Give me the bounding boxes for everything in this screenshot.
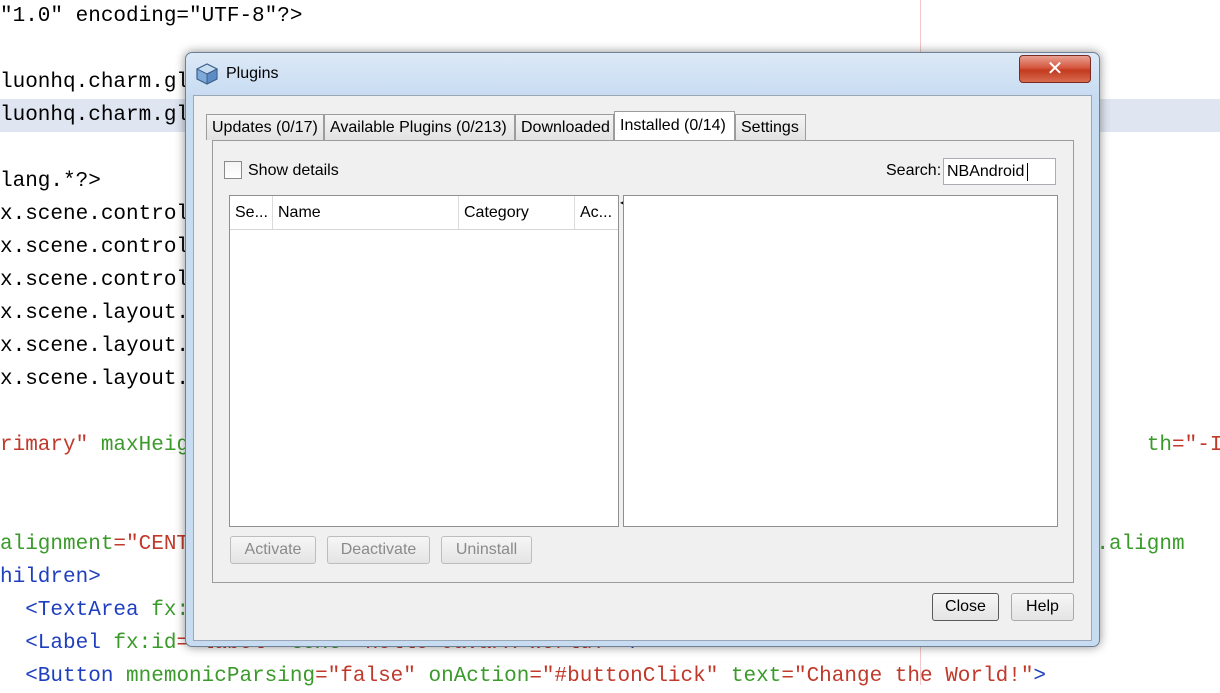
tab-available-plugins[interactable]: Available Plugins (0/213) bbox=[324, 114, 515, 140]
uninstall-button[interactable]: Uninstall bbox=[441, 536, 532, 564]
window-close-button[interactable]: ✕ bbox=[1019, 55, 1091, 83]
help-button[interactable]: Help bbox=[1011, 593, 1074, 621]
code-token: "1.0" encoding="UTF-8"?> bbox=[0, 5, 303, 28]
search-label: Search: bbox=[886, 162, 942, 179]
tab-settings[interactable]: Settings bbox=[735, 114, 806, 140]
show-details-checkbox[interactable] bbox=[224, 161, 242, 179]
code-token: rimary" bbox=[0, 434, 101, 457]
code-line: hildren> bbox=[0, 561, 101, 594]
table-header: Se... Name Category Ac... bbox=[230, 196, 618, 230]
search-value: NBAndroid bbox=[947, 163, 1025, 180]
column-header-category[interactable]: Category bbox=[459, 196, 575, 229]
close-icon: ✕ bbox=[1046, 56, 1064, 80]
tab-downloaded[interactable]: Downloaded bbox=[515, 114, 614, 140]
code-token: <Label bbox=[0, 632, 114, 655]
code-line: <TextArea fx:id bbox=[0, 594, 214, 627]
tab-installed[interactable]: Installed (0/14) bbox=[614, 111, 735, 141]
tab-updates[interactable]: Updates (0/17) bbox=[206, 114, 324, 140]
code-token: <TextArea bbox=[0, 599, 152, 622]
code-token: alignment bbox=[0, 533, 114, 556]
code-token: ="-Infi bbox=[1172, 434, 1220, 457]
column-header-name[interactable]: Name bbox=[273, 196, 459, 229]
code-line: <Button mnemonicParsing="false" onAction… bbox=[0, 660, 1046, 693]
text-caret bbox=[1027, 162, 1029, 181]
code-line: "1.0" encoding="UTF-8"?> bbox=[0, 0, 302, 33]
code-token: hildren> bbox=[0, 566, 101, 589]
code-line: lang.*?> bbox=[0, 165, 101, 198]
plugin-details-panel bbox=[623, 195, 1058, 527]
column-header-select[interactable]: Se... bbox=[230, 196, 273, 229]
search-input[interactable]: NBAndroid bbox=[943, 158, 1056, 185]
plugins-dialog: Plugins ✕ Updates (0/17) Available Plugi… bbox=[185, 52, 1100, 647]
plugin-cube-icon bbox=[196, 63, 218, 85]
column-header-active[interactable]: Ac... bbox=[575, 196, 618, 229]
activate-button[interactable]: Activate bbox=[230, 536, 316, 564]
dialog-title: Plugins bbox=[226, 65, 279, 82]
code-token: fx:id bbox=[113, 632, 177, 655]
deactivate-button[interactable]: Deactivate bbox=[327, 536, 430, 564]
dialog-titlebar[interactable]: Plugins ✕ bbox=[186, 53, 1099, 95]
code-token: lang.*?> bbox=[0, 170, 101, 193]
plugins-table[interactable]: Se... Name Category Ac... bbox=[229, 195, 619, 527]
close-button[interactable]: Close bbox=[932, 593, 999, 621]
show-details-label[interactable]: Show details bbox=[248, 162, 339, 180]
code-token: th bbox=[1146, 434, 1173, 457]
